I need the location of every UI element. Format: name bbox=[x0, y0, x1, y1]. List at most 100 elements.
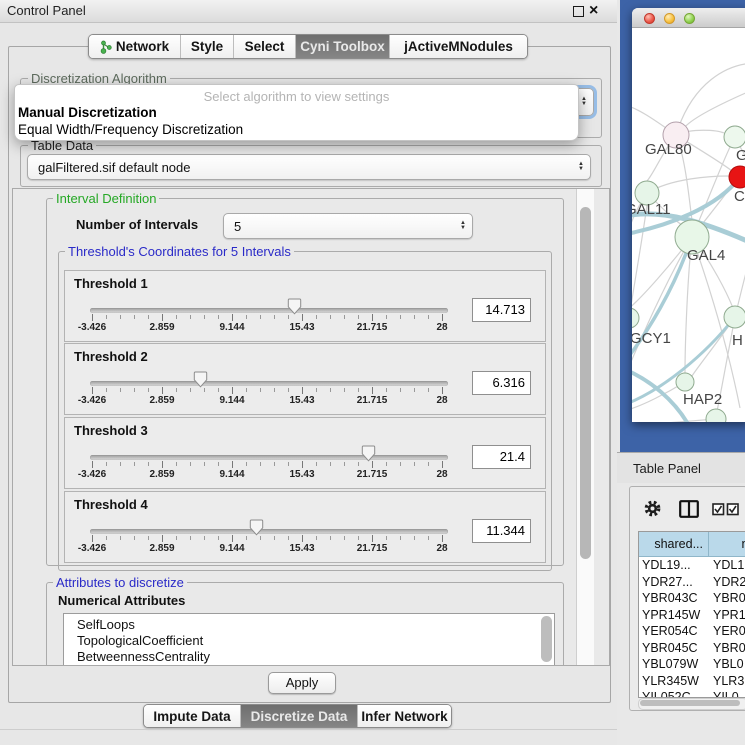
tab-cyni-toolbox[interactable]: Cyni Toolbox bbox=[296, 35, 390, 58]
network-canvas[interactable]: GAL80GACGAL11GAL4GCY1HHAP2 bbox=[632, 28, 745, 422]
slider-handle[interactable] bbox=[361, 445, 376, 462]
slider-handle[interactable] bbox=[287, 298, 302, 315]
zoom-traffic-light[interactable] bbox=[684, 13, 695, 24]
slider-tick-label: 21.715 bbox=[342, 469, 402, 480]
tab-infer-network[interactable]: Infer Network bbox=[358, 705, 451, 727]
network-node-hap2[interactable] bbox=[676, 373, 694, 391]
cell-name: YIL0 bbox=[713, 690, 739, 698]
network-edge bbox=[632, 205, 647, 318]
popup-option-manual-discretization[interactable]: Manual Discretization bbox=[18, 105, 157, 120]
slider-track[interactable] bbox=[90, 381, 448, 386]
attribute-item-betweennesscentrality[interactable]: BetweennessCentrality bbox=[77, 649, 210, 664]
slider-minor-tick bbox=[358, 388, 359, 392]
checkbox-select-icon[interactable] bbox=[712, 503, 740, 521]
network-window-titlebar[interactable] bbox=[632, 8, 745, 28]
slider-handle[interactable] bbox=[193, 371, 208, 388]
threshold-value-field[interactable]: 6.316 bbox=[472, 371, 531, 395]
table-horizontal-scrollbar[interactable] bbox=[638, 698, 745, 710]
slider-minor-tick bbox=[148, 388, 149, 392]
slider-tick-label: 21.715 bbox=[342, 322, 402, 333]
slider-major-tick bbox=[372, 535, 373, 542]
threshold-value-field[interactable]: 14.713 bbox=[472, 298, 531, 322]
slider-minor-tick bbox=[120, 462, 121, 466]
tab-jactivemnodules[interactable]: jActiveMNodules bbox=[390, 35, 527, 58]
slider-track[interactable] bbox=[90, 455, 448, 460]
cell-shared-name: YBL079W bbox=[642, 657, 698, 671]
number-of-intervals-combobox[interactable]: 5 ▲▼ bbox=[223, 213, 473, 239]
popup-option-equal-width-frequency[interactable]: Equal Width/Frequency Discretization bbox=[18, 122, 243, 137]
slider-tick-label: 15.43 bbox=[272, 395, 332, 406]
close-icon[interactable]: × bbox=[589, 1, 598, 21]
table-row[interactable]: YBR045CYBR0 bbox=[639, 641, 745, 658]
tab-discretize-data[interactable]: Discretize Data bbox=[241, 705, 358, 727]
tab-impute-data[interactable]: Impute Data bbox=[144, 705, 241, 727]
slider-minor-tick bbox=[260, 315, 261, 319]
slider-minor-tick bbox=[358, 315, 359, 319]
table-row[interactable]: YBL079WYBL0 bbox=[639, 657, 745, 674]
slider-major-tick bbox=[162, 314, 163, 321]
slider-minor-tick bbox=[204, 388, 205, 392]
tab-style[interactable]: Style bbox=[181, 35, 234, 58]
slider-minor-tick bbox=[246, 315, 247, 319]
table-row[interactable]: YDL19...YDL1 bbox=[639, 558, 745, 575]
slider-major-tick bbox=[232, 387, 233, 394]
slider-tick-label: 28 bbox=[412, 543, 472, 554]
slider-major-tick bbox=[162, 461, 163, 468]
network-node-label: C bbox=[734, 188, 745, 205]
table-row[interactable]: YPR145WYPR1 bbox=[639, 608, 745, 625]
table-row[interactable]: YIL052CYIL0 bbox=[639, 690, 745, 698]
network-node-unnamed[interactable] bbox=[706, 409, 726, 422]
minimize-traffic-light[interactable] bbox=[664, 13, 675, 24]
slider-major-tick bbox=[302, 461, 303, 468]
slider-minor-tick bbox=[316, 462, 317, 466]
tab-label: Cyni Toolbox bbox=[300, 39, 385, 54]
settings-scrollbar[interactable] bbox=[576, 189, 594, 665]
table-data-combobox[interactable]: galFiltered.sif default node ▲▼ bbox=[27, 154, 591, 180]
tab-select[interactable]: Select bbox=[234, 35, 296, 58]
table-row[interactable]: YBR043CYBR0 bbox=[639, 591, 745, 608]
slider-major-tick bbox=[92, 461, 93, 468]
network-node-gcy1[interactable] bbox=[632, 308, 639, 328]
slider-minor-tick bbox=[330, 462, 331, 466]
slider-track[interactable] bbox=[90, 308, 448, 313]
threshold-value-field[interactable]: 21.4 bbox=[472, 445, 531, 469]
slider-handle[interactable] bbox=[249, 519, 264, 536]
numerical-attributes-label: Numerical Attributes bbox=[58, 593, 185, 608]
network-node-ga[interactable] bbox=[724, 126, 745, 148]
slider-minor-tick bbox=[414, 462, 415, 466]
column-header-name[interactable]: na bbox=[709, 532, 745, 557]
slider-minor-tick bbox=[386, 315, 387, 319]
network-node-h[interactable] bbox=[724, 306, 745, 328]
slider-track[interactable] bbox=[90, 529, 448, 534]
attributes-group-label: Attributes to discretize bbox=[53, 575, 187, 590]
slider-major-tick bbox=[232, 461, 233, 468]
slider-minor-tick bbox=[106, 315, 107, 319]
table-row[interactable]: YER054CYER0 bbox=[639, 624, 745, 641]
table-row[interactable]: YLR345WYLR3 bbox=[639, 674, 745, 691]
slider-minor-tick bbox=[428, 315, 429, 319]
settings-scrollbar-thumb[interactable] bbox=[580, 207, 591, 559]
attribute-item-topologicalcoefficient[interactable]: TopologicalCoefficient bbox=[77, 633, 203, 648]
column-header-shared-name[interactable]: shared... bbox=[639, 532, 709, 557]
attribute-item-selfloops[interactable]: SelfLoops bbox=[77, 617, 135, 632]
tab-network[interactable]: Network bbox=[89, 35, 181, 58]
slider-tick-label: 21.715 bbox=[342, 543, 402, 554]
apply-button[interactable]: Apply bbox=[268, 672, 336, 694]
slider-minor-tick bbox=[260, 462, 261, 466]
tab-label: jActiveMNodules bbox=[404, 39, 513, 54]
slider-minor-tick bbox=[330, 388, 331, 392]
network-node-label: GCY1 bbox=[632, 330, 671, 347]
gear-icon[interactable] bbox=[643, 499, 662, 523]
table-row[interactable]: YDR27...YDR2 bbox=[639, 575, 745, 592]
float-window-icon[interactable] bbox=[573, 6, 584, 17]
algorithm-dropdown-popup: Select algorithm to view settings Manual… bbox=[14, 84, 579, 141]
table-hscrollbar-thumb[interactable] bbox=[640, 700, 740, 706]
slider-minor-tick bbox=[316, 315, 317, 319]
close-traffic-light[interactable] bbox=[644, 13, 655, 24]
threshold-value-field[interactable]: 11.344 bbox=[472, 519, 531, 543]
split-columns-icon[interactable] bbox=[679, 500, 699, 523]
list-scrollbar-thumb[interactable] bbox=[541, 616, 552, 662]
slider-minor-tick bbox=[316, 536, 317, 540]
numerical-attributes-list[interactable]: SelfLoopsTopologicalCoefficientBetweenne… bbox=[63, 613, 555, 666]
slider-major-tick bbox=[162, 387, 163, 394]
